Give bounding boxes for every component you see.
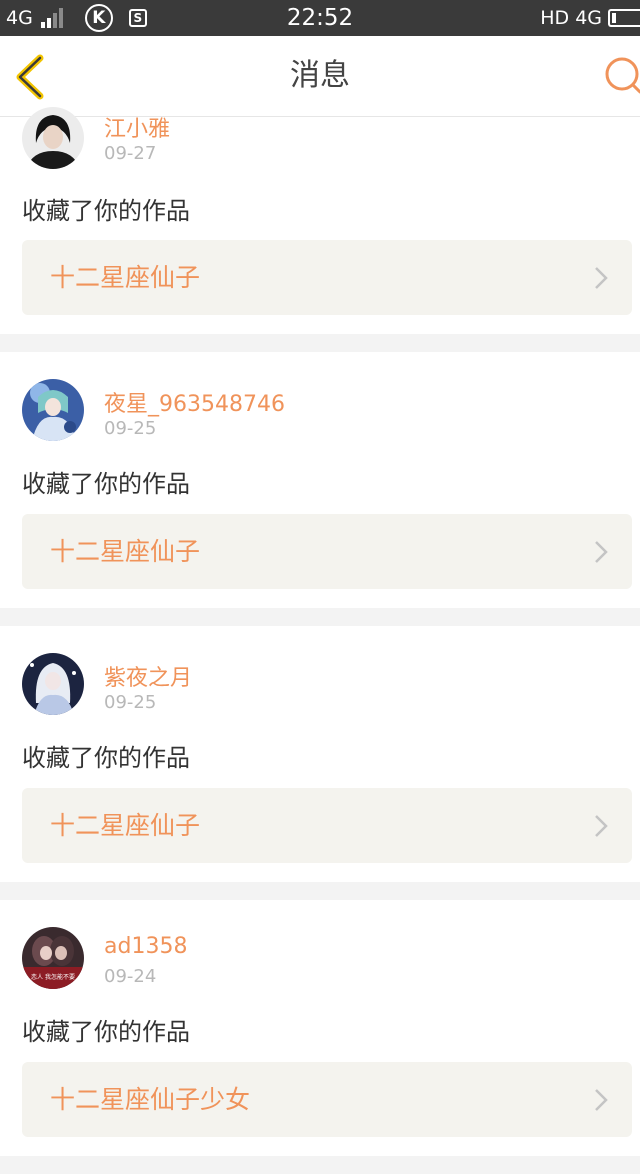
battery-icon <box>608 9 640 27</box>
message-date: 09-25 <box>104 692 157 713</box>
message-item: 紫夜之月 09-25 收藏了你的作品 十二星座仙子 <box>0 626 640 882</box>
message-item: 江小雅 09-27 收藏了你的作品 十二星座仙子 <box>0 107 640 334</box>
avatar[interactable]: 恋人 我怎能不要 <box>22 927 84 989</box>
hd-label: HD <box>540 7 570 29</box>
header-bar: 消息 <box>0 36 640 117</box>
work-link[interactable]: 十二星座仙子 <box>22 788 632 863</box>
work-title: 十二星座仙子 <box>50 537 201 566</box>
chevron-right-icon <box>595 541 608 563</box>
status-right: HD 4G <box>540 0 640 36</box>
page-title: 消息 <box>290 58 350 93</box>
search-icon <box>605 57 640 94</box>
work-link[interactable]: 十二星座仙子 <box>22 514 632 589</box>
message-action: 收藏了你的作品 <box>22 1018 190 1046</box>
work-title: 十二星座仙子 <box>50 263 201 292</box>
chevron-right-icon <box>595 1089 608 1111</box>
divider <box>0 334 640 352</box>
username[interactable]: 夜星_963548746 <box>104 386 285 418</box>
avatar[interactable] <box>22 379 84 441</box>
avatar-caption: 恋人 我怎能不要 <box>31 973 75 981</box>
username[interactable]: 江小雅 <box>104 111 170 143</box>
username[interactable]: 紫夜之月 <box>104 660 192 692</box>
message-date: 09-27 <box>104 143 157 164</box>
message-date: 09-24 <box>104 966 157 987</box>
message-item: 恋人 我怎能不要 ad1358 09-24 收藏了你的作品 十二星座仙子少女 <box>0 900 640 1156</box>
message-list: 江小雅 09-27 收藏了你的作品 十二星座仙子 夜星_963548746 09… <box>0 107 640 1174</box>
chevron-right-icon <box>595 267 608 289</box>
network-right-label: 4G <box>575 7 602 29</box>
work-link[interactable]: 十二星座仙子 <box>22 240 632 315</box>
message-item: 夜星_963548746 09-25 收藏了你的作品 十二星座仙子 <box>0 352 640 608</box>
message-action: 收藏了你的作品 <box>22 197 190 225</box>
message-date: 09-25 <box>104 418 157 439</box>
divider <box>0 882 640 900</box>
divider <box>0 608 640 626</box>
work-title: 十二星座仙子少女 <box>50 1085 251 1114</box>
status-bar: 4G K S 22:52 HD 4G <box>0 0 640 36</box>
divider <box>0 1156 640 1174</box>
chevron-right-icon <box>595 815 608 837</box>
work-link[interactable]: 十二星座仙子少女 <box>22 1062 632 1137</box>
avatar[interactable] <box>22 107 84 169</box>
message-action: 收藏了你的作品 <box>22 744 190 772</box>
username[interactable]: ad1358 <box>104 934 187 959</box>
search-button[interactable] <box>600 54 640 98</box>
avatar[interactable] <box>22 653 84 715</box>
message-action: 收藏了你的作品 <box>22 470 190 498</box>
work-title: 十二星座仙子 <box>50 811 201 840</box>
